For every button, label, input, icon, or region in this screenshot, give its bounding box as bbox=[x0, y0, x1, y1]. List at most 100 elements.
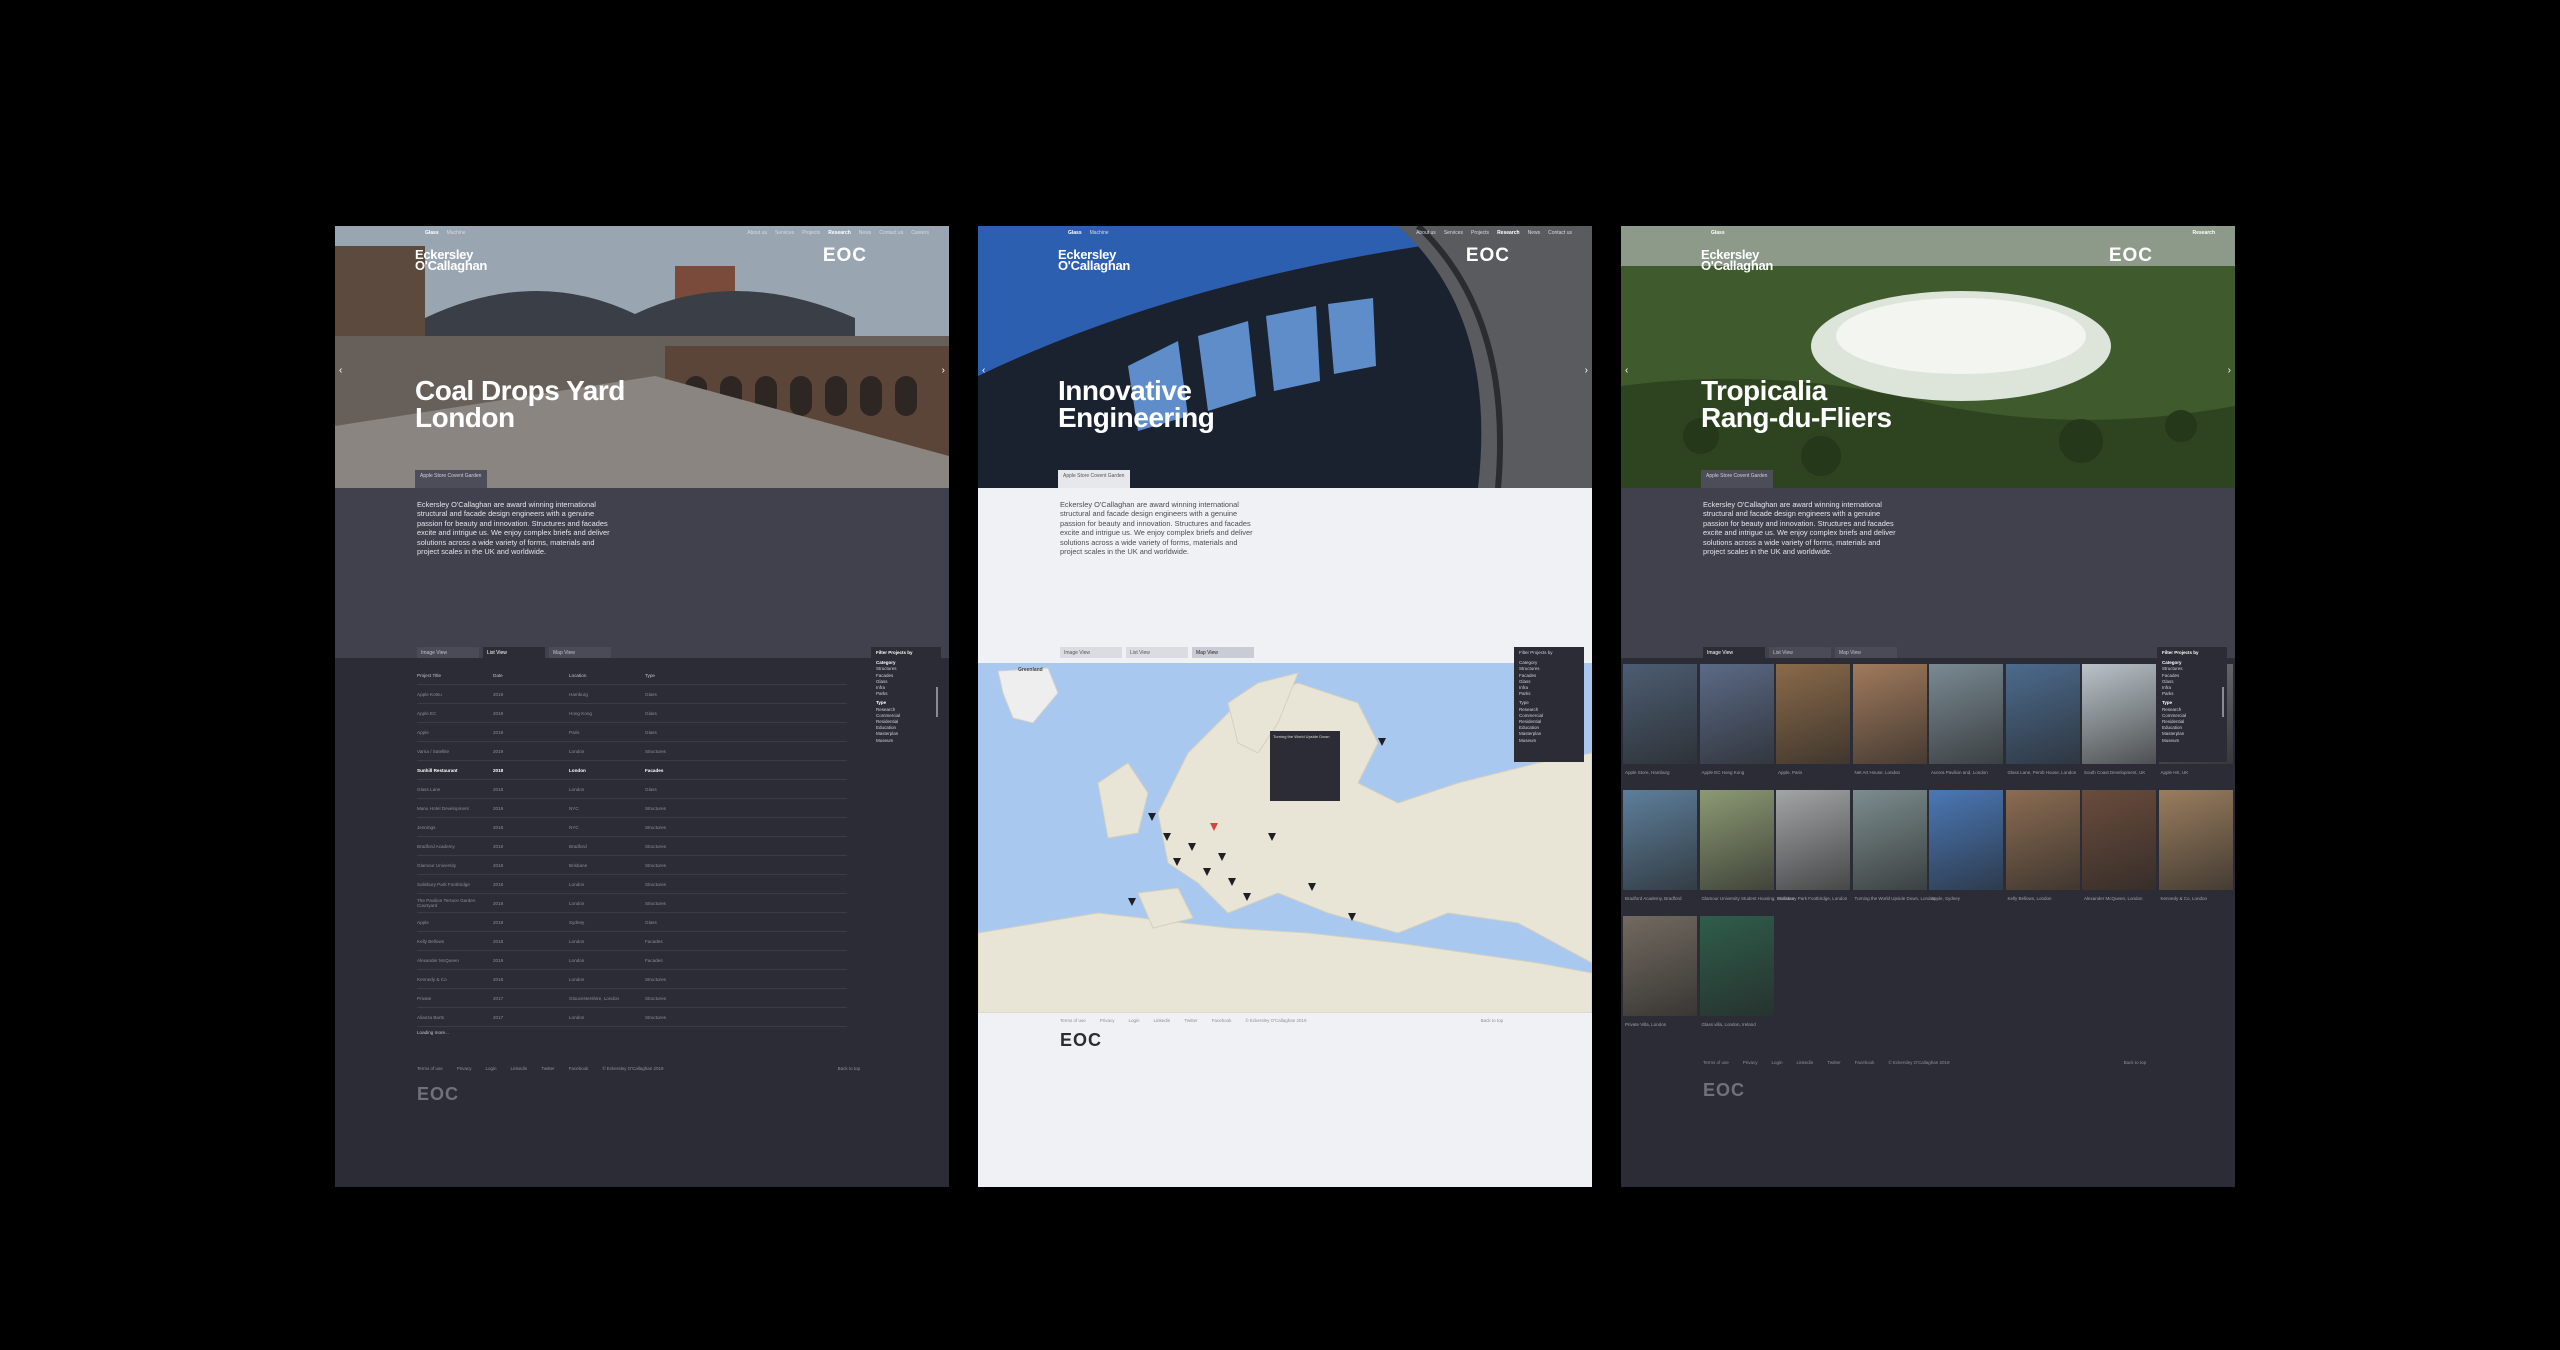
project-thumbnail[interactable] bbox=[1929, 664, 2003, 764]
table-row[interactable]: Kelly Bellows 2018 London Facades bbox=[417, 932, 847, 951]
nav-item-careers[interactable]: Careers bbox=[911, 230, 929, 236]
project-thumbnail[interactable] bbox=[1623, 790, 1697, 890]
nav-item-about[interactable]: About us bbox=[747, 230, 767, 236]
footer-link[interactable]: Twitter bbox=[1827, 1060, 1840, 1065]
nav-item-research[interactable]: Research bbox=[2192, 230, 2215, 236]
col-header-type[interactable]: Type bbox=[645, 673, 725, 678]
nav-lang-glass[interactable]: Glass bbox=[1068, 230, 1082, 236]
footer-logo[interactable]: EOC bbox=[1703, 1080, 1745, 1101]
project-thumbnail[interactable] bbox=[1929, 790, 2003, 890]
europe-map[interactable] bbox=[978, 663, 1592, 1013]
table-row[interactable]: Manu Hotel Development 2018 NYC Structures bbox=[417, 799, 847, 818]
footer-link[interactable]: Terms of use bbox=[1703, 1060, 1729, 1065]
table-row[interactable]: Glass Lane 2018 London Glass bbox=[417, 780, 847, 799]
project-tile[interactable]: Glass villa, London, Ireland bbox=[1699, 916, 1774, 1027]
footer-logo[interactable]: EOC bbox=[417, 1084, 459, 1105]
project-thumbnail[interactable] bbox=[1852, 664, 1927, 764]
list-view-tab[interactable]: List View bbox=[1126, 647, 1188, 658]
nav-item-projects[interactable]: Projects bbox=[1471, 230, 1489, 236]
footer-link[interactable]: Privacy bbox=[1100, 1018, 1115, 1023]
footer-link[interactable]: Login bbox=[1772, 1060, 1783, 1065]
chevron-left-icon[interactable]: ‹ bbox=[339, 365, 342, 376]
nav-item-projects[interactable]: Projects bbox=[802, 230, 820, 236]
col-header-date[interactable]: Date bbox=[493, 673, 569, 678]
table-row[interactable]: Apple 2018 Sydney Glass bbox=[417, 913, 847, 932]
table-row[interactable]: Alexander McQueen 2018 London Facades bbox=[417, 951, 847, 970]
footer-link[interactable]: Facebook bbox=[1855, 1060, 1875, 1065]
table-row[interactable]: Jennings 2018 NYC Structures bbox=[417, 818, 847, 837]
project-thumbnail[interactable] bbox=[1776, 664, 1850, 764]
nav-item-news[interactable]: News bbox=[1528, 230, 1541, 236]
map-pin[interactable] bbox=[1308, 883, 1316, 891]
nav-item-contact[interactable]: Contact us bbox=[1548, 230, 1572, 236]
table-row[interactable]: Varna / Satellite 2019 London Structures bbox=[417, 742, 847, 761]
filter-panel[interactable]: Filter Projects by Category Structures F… bbox=[1514, 647, 1584, 762]
project-tile[interactable]: Net Art House, London bbox=[1852, 664, 1927, 775]
footer-link[interactable]: Privacy bbox=[457, 1066, 472, 1071]
project-tile[interactable]: Aurora Pavilion and, London bbox=[1929, 664, 2003, 775]
footer-link[interactable]: Linkedin bbox=[511, 1066, 528, 1071]
nav-lang-machine[interactable]: Machine bbox=[1090, 230, 1109, 236]
chevron-right-icon[interactable]: › bbox=[1585, 365, 1588, 376]
filter-option[interactable]: Parks bbox=[1519, 691, 1579, 697]
project-tile[interactable]: Apple, Sydney bbox=[1929, 790, 2003, 901]
table-row[interactable]: The Pavilion Terrace Garden Courtyard 201… bbox=[417, 894, 847, 913]
table-row[interactable]: Glamour University 2018 Brisbane Structures bbox=[417, 856, 847, 875]
image-view-tab[interactable]: Image View bbox=[1060, 647, 1122, 658]
footer-link[interactable]: Login bbox=[1129, 1018, 1140, 1023]
chevron-right-icon[interactable]: › bbox=[942, 365, 945, 376]
eoc-logo[interactable]: EOC bbox=[823, 245, 867, 267]
map-pin[interactable] bbox=[1378, 738, 1386, 746]
filter-option[interactable]: Parks bbox=[2162, 691, 2222, 697]
hero-caption-tag[interactable]: Apple Store Covent Garden bbox=[1701, 470, 1773, 488]
project-tile[interactable]: Private Villa, London bbox=[1623, 916, 1697, 1027]
footer-link[interactable]: Linkedin bbox=[1154, 1018, 1171, 1023]
brand-wordmark[interactable]: Eckersley O'Callaghan bbox=[415, 248, 495, 272]
map-pin[interactable] bbox=[1188, 843, 1196, 851]
filter-option[interactable]: Museum bbox=[1519, 738, 1579, 744]
footer-link[interactable]: Terms of use bbox=[1060, 1018, 1086, 1023]
eoc-logo[interactable]: EOC bbox=[1466, 245, 1510, 267]
nav-item-services[interactable]: Services bbox=[1444, 230, 1463, 236]
hero-caption-tag[interactable]: Apple Store Covent Garden bbox=[415, 470, 487, 488]
project-thumbnail[interactable] bbox=[1623, 916, 1697, 1016]
project-thumbnail[interactable] bbox=[2082, 790, 2156, 890]
project-tile[interactable]: Kelly Bellows, London bbox=[2005, 790, 2080, 901]
chevron-left-icon[interactable]: ‹ bbox=[1625, 365, 1628, 376]
project-thumbnail[interactable] bbox=[1776, 790, 1850, 890]
chevron-left-icon[interactable]: ‹ bbox=[982, 365, 985, 376]
footer-link[interactable]: Twitter bbox=[1184, 1018, 1197, 1023]
table-row[interactable]: Alianza Barts 2017 London Structures bbox=[417, 1008, 847, 1027]
back-to-top-link[interactable]: Back to top bbox=[838, 1066, 861, 1071]
chevron-right-icon[interactable]: › bbox=[2228, 365, 2231, 376]
table-row[interactable]: Salisbury Park Footbridge 2018 London Struc… bbox=[417, 875, 847, 894]
eoc-logo[interactable]: EOC bbox=[2109, 245, 2153, 267]
project-thumbnail[interactable] bbox=[1699, 664, 1774, 764]
col-header-title[interactable]: Project Title bbox=[417, 673, 493, 678]
project-tile[interactable]: South Coast Development, UK bbox=[2082, 664, 2156, 775]
footer-link[interactable]: Terms of use bbox=[417, 1066, 443, 1071]
footer-link[interactable]: Facebook bbox=[1212, 1018, 1232, 1023]
project-thumbnail[interactable] bbox=[2005, 790, 2080, 890]
project-thumbnail[interactable] bbox=[1852, 790, 1927, 890]
map-pin[interactable] bbox=[1243, 893, 1251, 901]
footer-link[interactable]: Linkedin bbox=[1797, 1060, 1814, 1065]
nav-item-research[interactable]: Research bbox=[1497, 230, 1520, 236]
map-pin[interactable] bbox=[1163, 833, 1171, 841]
project-tile[interactable]: Apple, Paris bbox=[1776, 664, 1850, 775]
project-tile[interactable]: Glass Lane, Pemb House, London bbox=[2005, 664, 2080, 775]
map-pin-selected[interactable] bbox=[1210, 823, 1218, 831]
filter-option[interactable]: Museum bbox=[876, 738, 936, 744]
map-pin[interactable] bbox=[1228, 878, 1236, 886]
footer-link[interactable]: Twitter bbox=[541, 1066, 554, 1071]
map-pin[interactable] bbox=[1348, 913, 1356, 921]
project-map[interactable]: Greenland Turning the World Upside Down bbox=[978, 663, 1592, 1013]
project-tile[interactable]: Turning the World Upside Down, London bbox=[1852, 790, 1936, 901]
map-pin[interactable] bbox=[1268, 833, 1276, 841]
project-tile[interactable]: Salisbury Park Footbridge, London bbox=[1776, 790, 1850, 901]
map-pin[interactable] bbox=[1128, 898, 1136, 906]
list-view-tab[interactable]: List View bbox=[483, 647, 545, 658]
project-tile[interactable]: Kennedy & Co, London bbox=[2158, 790, 2233, 901]
nav-item-research[interactable]: Research bbox=[828, 230, 851, 236]
map-pin[interactable] bbox=[1148, 813, 1156, 821]
